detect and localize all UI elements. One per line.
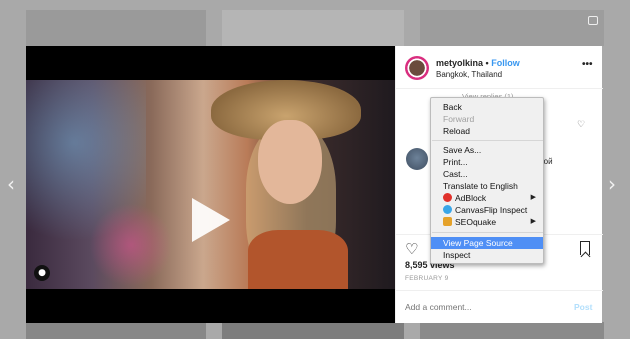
avatar[interactable] [405, 56, 429, 80]
follow-button[interactable]: Follow [491, 58, 520, 68]
browser-context-menu: Back Forward Reload Save As... Print... … [430, 97, 544, 264]
username-link[interactable]: metyolkina [436, 58, 483, 68]
tagged-user-icon[interactable]: ● [34, 265, 50, 281]
multi-photo-icon [588, 16, 598, 25]
separator-dot: • [485, 58, 489, 68]
menu-item-back[interactable]: Back [431, 101, 543, 113]
more-options-icon[interactable]: ••• [582, 59, 593, 70]
menu-item-print[interactable]: Print... [431, 156, 543, 168]
canvasflip-icon [443, 205, 452, 214]
play-icon[interactable] [192, 198, 230, 242]
submenu-arrow-icon: ▶ [530, 218, 536, 225]
menu-item-reload[interactable]: Reload [431, 125, 543, 137]
menu-item-label: SEOquake [455, 217, 497, 227]
submenu-arrow-icon: ▶ [530, 194, 536, 201]
previous-post-chevron-icon[interactable]: ‹ [7, 174, 15, 194]
bookmark-icon[interactable] [580, 241, 590, 255]
comment-input[interactable] [405, 302, 555, 312]
grid-thumbnail[interactable] [26, 322, 206, 339]
post-author-line: metyolkina • Follow [436, 58, 520, 68]
menu-item-view-page-source[interactable]: View Page Source [431, 237, 543, 249]
menu-item-translate[interactable]: Translate to English [431, 180, 543, 192]
menu-item-seoquake[interactable]: SEOquake ▶ [431, 216, 543, 228]
grid-thumbnail[interactable] [420, 10, 604, 46]
menu-item-canvasflip[interactable]: CanvasFlip Inspect [431, 204, 543, 216]
menu-separator [432, 140, 543, 141]
grid-thumbnail[interactable] [26, 10, 206, 46]
comment-form: Post [396, 290, 603, 323]
location-link[interactable]: Bangkok, Thailand [436, 70, 502, 79]
next-post-chevron-icon[interactable]: › [608, 174, 616, 194]
post-date[interactable]: FEBRUARY 9 [405, 275, 449, 282]
video-frame [26, 80, 395, 289]
seoquake-icon [443, 217, 452, 226]
menu-item-label: CanvasFlip Inspect [455, 205, 528, 215]
menu-item-save-as[interactable]: Save As... [431, 144, 543, 156]
menu-item-forward[interactable]: Forward [431, 113, 543, 125]
avatar[interactable] [406, 148, 428, 170]
like-heart-icon[interactable]: ♡ [405, 240, 418, 258]
post-header: metyolkina • Follow Bangkok, Thailand ••… [396, 46, 603, 89]
menu-item-inspect[interactable]: Inspect [431, 249, 543, 261]
grid-thumbnail[interactable] [420, 322, 604, 339]
menu-separator [432, 232, 543, 233]
grid-thumbnail[interactable] [222, 322, 404, 339]
video-player[interactable]: ● [26, 46, 395, 323]
grid-thumbnail[interactable] [222, 10, 404, 46]
menu-item-adblock[interactable]: AdBlock ▶ [431, 192, 543, 204]
adblock-icon [443, 193, 452, 202]
menu-item-label: AdBlock [455, 193, 487, 203]
comment-like-heart-icon[interactable]: ♡ [577, 119, 585, 130]
menu-item-cast[interactable]: Cast... [431, 168, 543, 180]
post-comment-button[interactable]: Post [574, 302, 592, 312]
